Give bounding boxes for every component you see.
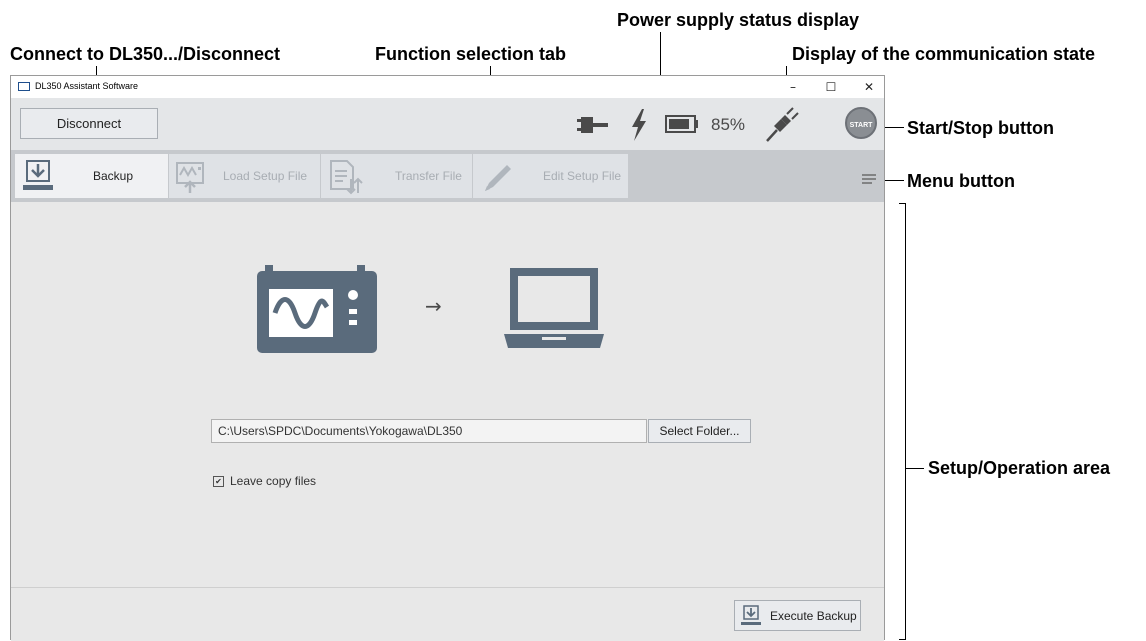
footer-bar: Execute Backup [11, 587, 884, 641]
leave-copy-files-option[interactable]: ✔ Leave copy files [213, 474, 316, 488]
annotation-start-stop: Start/Stop button [907, 118, 1054, 138]
function-tab-bar: Backup Load Setup File Transfer File Edi… [11, 150, 884, 202]
tab-edit-label: Edit Setup File [543, 169, 622, 183]
hamburger-icon[interactable] [862, 174, 876, 184]
start-label: START [849, 122, 873, 129]
battery-icon [665, 115, 698, 133]
tab-edit-setup-file[interactable]: Edit Setup File [473, 154, 629, 198]
tab-transfer-file[interactable]: Transfer File [321, 154, 473, 198]
backup-icon [23, 160, 53, 190]
laptop-icon [504, 268, 604, 348]
dl350-device-icon [257, 265, 377, 353]
tab-transfer-label: Transfer File [395, 169, 462, 183]
leader-setup-area [906, 468, 924, 469]
tab-backup[interactable]: Backup [15, 154, 169, 198]
minimize-button[interactable]: – [777, 78, 809, 96]
annotation-menu: Menu button [907, 171, 1015, 191]
app-window: DL350 Assistant Software – ☐ ✕ Disconnec… [10, 75, 885, 641]
leave-copy-files-checkbox[interactable]: ✔ [213, 476, 224, 488]
annotation-power-supply: Power supply status display [617, 10, 860, 30]
setup-bracket-vertical [905, 203, 906, 640]
window-title: DL350 Assistant Software [35, 81, 139, 91]
title-bar: DL350 Assistant Software – ☐ ✕ [11, 76, 884, 98]
maximize-button[interactable]: ☐ [815, 78, 847, 96]
load-setup-icon [176, 162, 204, 193]
charging-bolt-icon [632, 109, 646, 141]
execute-backup-label: Execute Backup [770, 609, 857, 623]
tab-load-setup-label: Load Setup File [223, 169, 308, 183]
tab-backup-label: Backup [93, 169, 134, 183]
select-folder-button[interactable]: Select Folder... [648, 419, 751, 443]
top-toolbar: Disconnect 85% START [11, 98, 884, 150]
power-plug-icon [577, 117, 608, 133]
annotation-function-tab: Function selection tab [375, 44, 567, 64]
start-stop-button[interactable]: START [845, 107, 877, 139]
annotation-comm-state: Display of the communication state [792, 44, 1096, 64]
folder-path-field[interactable]: C:\Users\SPDC\Documents\Yokogawa\DL350 [211, 419, 647, 443]
edit-pencil-icon [485, 165, 511, 191]
setup-bracket-top [899, 203, 906, 204]
app-icon [18, 82, 30, 91]
usb-connection-icon [766, 107, 799, 142]
tab-load-setup-file[interactable]: Load Setup File [169, 154, 321, 198]
leave-copy-files-label: Leave copy files [230, 474, 317, 488]
execute-backup-button[interactable]: Execute Backup [734, 600, 861, 631]
annotation-connect: Connect to DL350.../Disconnect [10, 44, 281, 64]
arrow-glyph: → [425, 294, 442, 318]
execute-backup-icon [741, 605, 761, 625]
annotation-setup-area: Setup/Operation area [928, 458, 1111, 478]
disconnect-button[interactable]: Disconnect [20, 108, 158, 139]
close-button[interactable]: ✕ [853, 78, 885, 96]
battery-percent: 85% [711, 115, 746, 134]
setup-operation-area: → C:\Users\SPDC\Documents\Yokogawa\DL350… [11, 202, 884, 587]
transfer-file-icon [330, 160, 363, 195]
